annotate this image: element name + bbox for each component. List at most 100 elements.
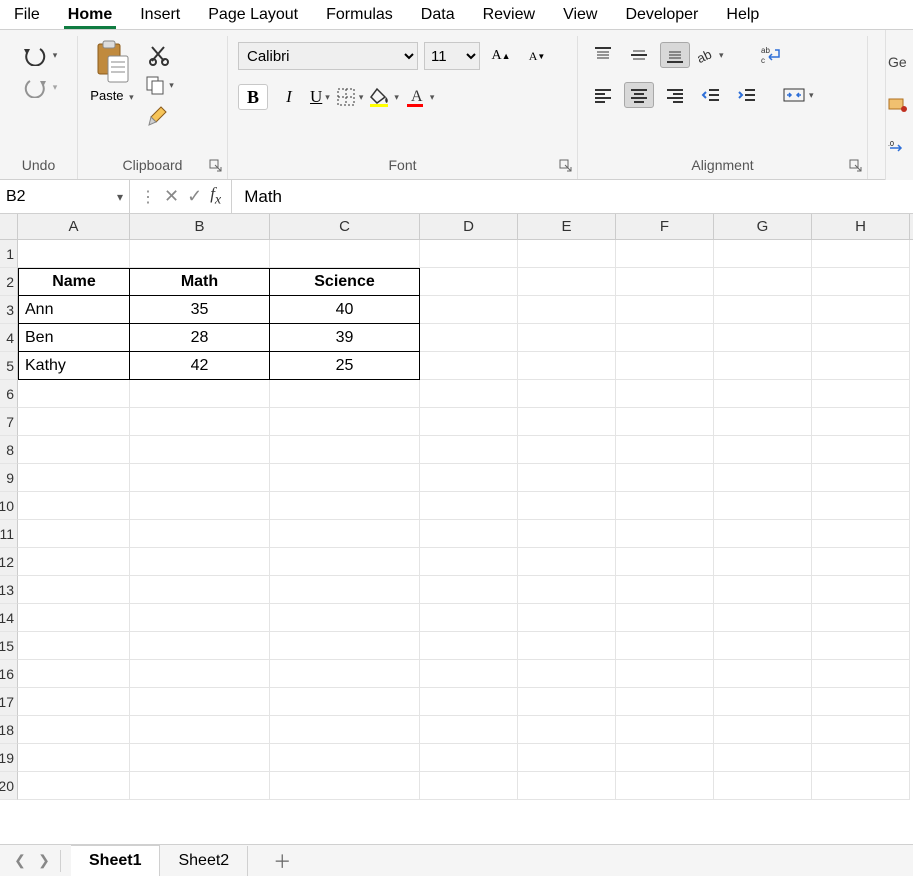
cell-D3[interactable]	[420, 296, 518, 324]
copy-button[interactable]: ▾	[144, 74, 174, 96]
cell-D14[interactable]	[420, 604, 518, 632]
cell-B12[interactable]	[130, 548, 270, 576]
cell-B6[interactable]	[130, 380, 270, 408]
row-header-5[interactable]: 5	[0, 352, 18, 380]
cell-D19[interactable]	[420, 744, 518, 772]
cell-A6[interactable]	[18, 380, 130, 408]
cell-G6[interactable]	[714, 380, 812, 408]
row-header-17[interactable]: 17	[0, 688, 18, 716]
cell-D16[interactable]	[420, 660, 518, 688]
cell-C1[interactable]	[270, 240, 420, 268]
cell-H16[interactable]	[812, 660, 910, 688]
cell-D15[interactable]	[420, 632, 518, 660]
add-sheet-button[interactable]: ＋	[268, 847, 296, 875]
cell-A20[interactable]	[18, 772, 130, 800]
cell-F4[interactable]	[616, 324, 714, 352]
increase-font-button[interactable]: A▲	[486, 43, 516, 69]
orientation-button[interactable]: ab▾	[696, 46, 724, 64]
underline-button[interactable]: U▾	[310, 87, 330, 107]
tab-formulas[interactable]: Formulas	[312, 2, 407, 28]
tab-file[interactable]: File	[0, 2, 54, 28]
cell-A9[interactable]	[18, 464, 130, 492]
cell-E10[interactable]	[518, 492, 616, 520]
cell-E16[interactable]	[518, 660, 616, 688]
redo-button[interactable]: ▾	[20, 76, 58, 98]
cell-G11[interactable]	[714, 520, 812, 548]
font-name-select[interactable]: Calibri	[238, 42, 418, 70]
align-right-button[interactable]	[660, 82, 690, 108]
alignment-launcher[interactable]	[849, 159, 863, 173]
cell-B9[interactable]	[130, 464, 270, 492]
tab-review[interactable]: Review	[469, 2, 549, 28]
cell-H14[interactable]	[812, 604, 910, 632]
cell-G10[interactable]	[714, 492, 812, 520]
cell-F18[interactable]	[616, 716, 714, 744]
tab-data[interactable]: Data	[407, 2, 469, 28]
cell-A13[interactable]	[18, 576, 130, 604]
cell-F10[interactable]	[616, 492, 714, 520]
cell-A19[interactable]	[18, 744, 130, 772]
cell-C11[interactable]	[270, 520, 420, 548]
format-painter-button[interactable]	[144, 102, 174, 128]
cell-E5[interactable]	[518, 352, 616, 380]
col-header-B[interactable]: B	[130, 214, 270, 239]
cell-F3[interactable]	[616, 296, 714, 324]
cell-C8[interactable]	[270, 436, 420, 464]
cell-F20[interactable]	[616, 772, 714, 800]
cell-F5[interactable]	[616, 352, 714, 380]
decrease-font-button[interactable]: A▼	[522, 43, 552, 69]
spreadsheet-grid[interactable]: ABCDEFGH 12NameMathScience3Ann35404Ben28…	[0, 214, 913, 800]
row-header-15[interactable]: 15	[0, 632, 18, 660]
cell-F17[interactable]	[616, 688, 714, 716]
cell-B13[interactable]	[130, 576, 270, 604]
cell-A1[interactable]	[18, 240, 130, 268]
cell-E3[interactable]	[518, 296, 616, 324]
cell-A12[interactable]	[18, 548, 130, 576]
row-header-4[interactable]: 4	[0, 324, 18, 352]
clipboard-launcher[interactable]	[209, 159, 223, 173]
cell-C6[interactable]	[270, 380, 420, 408]
cell-A7[interactable]	[18, 408, 130, 436]
cell-C2[interactable]: Science	[270, 268, 420, 296]
cell-G5[interactable]	[714, 352, 812, 380]
name-box[interactable]: B2 ▾	[0, 180, 130, 213]
cell-B20[interactable]	[130, 772, 270, 800]
cell-F1[interactable]	[616, 240, 714, 268]
col-header-F[interactable]: F	[616, 214, 714, 239]
col-header-H[interactable]: H	[812, 214, 910, 239]
cell-C7[interactable]	[270, 408, 420, 436]
cell-D4[interactable]	[420, 324, 518, 352]
cell-A8[interactable]	[18, 436, 130, 464]
cell-F11[interactable]	[616, 520, 714, 548]
cell-C18[interactable]	[270, 716, 420, 744]
col-header-E[interactable]: E	[518, 214, 616, 239]
cell-H15[interactable]	[812, 632, 910, 660]
sheet-tab-sheet1[interactable]: Sheet1	[71, 845, 160, 876]
cell-G7[interactable]	[714, 408, 812, 436]
col-header-D[interactable]: D	[420, 214, 518, 239]
cell-B5[interactable]: 42	[130, 352, 270, 380]
cell-C10[interactable]	[270, 492, 420, 520]
cell-D10[interactable]	[420, 492, 518, 520]
cell-F14[interactable]	[616, 604, 714, 632]
formula-input[interactable]: Math	[232, 180, 913, 213]
cell-E6[interactable]	[518, 380, 616, 408]
row-header-10[interactable]: 10	[0, 492, 18, 520]
cell-B8[interactable]	[130, 436, 270, 464]
select-all-corner[interactable]	[0, 214, 18, 239]
cell-D2[interactable]	[420, 268, 518, 296]
font-launcher[interactable]	[559, 159, 573, 173]
cell-H17[interactable]	[812, 688, 910, 716]
row-header-18[interactable]: 18	[0, 716, 18, 744]
cell-D11[interactable]	[420, 520, 518, 548]
cell-H18[interactable]	[812, 716, 910, 744]
cell-E12[interactable]	[518, 548, 616, 576]
cell-B4[interactable]: 28	[130, 324, 270, 352]
cell-C15[interactable]	[270, 632, 420, 660]
cell-A4[interactable]: Ben	[18, 324, 130, 352]
cell-F12[interactable]	[616, 548, 714, 576]
cell-D12[interactable]	[420, 548, 518, 576]
sheet-nav-next[interactable]: ❯	[32, 849, 56, 873]
bold-button[interactable]: B	[238, 84, 268, 110]
align-left-button[interactable]	[588, 82, 618, 108]
